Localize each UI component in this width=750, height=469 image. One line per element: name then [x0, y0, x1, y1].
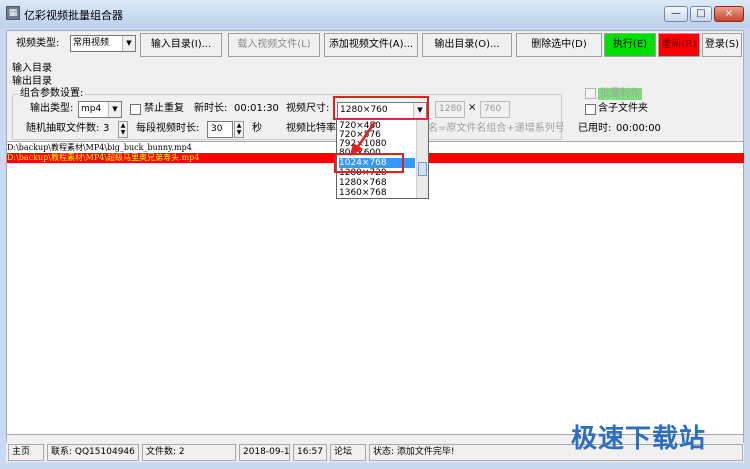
input-dir-label: 输入目录: [12, 63, 52, 74]
status-date: 2018-09-10: [239, 444, 290, 461]
size-select-highlight: [333, 96, 429, 120]
include-subfolders-label: 含子文件夹: [598, 103, 648, 114]
status-time: 16:57: [293, 444, 327, 461]
batch-make-checkbox[interactable]: [585, 88, 596, 99]
status-home[interactable]: 主页: [8, 444, 44, 461]
execute-button[interactable]: 执行(E): [604, 33, 656, 57]
size-option-7[interactable]: 1360×768: [339, 188, 415, 198]
delete-selected-button[interactable]: 删除选中(D): [516, 33, 602, 57]
random-count-value: 3: [103, 123, 110, 134]
new-duration-value: 00:01:30: [234, 103, 279, 114]
random-count-spinner[interactable]: ▲ ▼: [118, 121, 128, 138]
no-repeat-checkbox[interactable]: [130, 104, 141, 115]
chevron-down-icon: ▼: [122, 36, 135, 51]
bitrate-label: 视频比特率:: [286, 123, 340, 134]
batch-make-label: 批量制作: [598, 88, 642, 100]
per-duration-label: 每段视频时长:: [136, 123, 200, 134]
annotation-arrow-icon: [350, 121, 377, 156]
no-repeat-label: 禁止重复: [144, 103, 184, 114]
file-row-0[interactable]: D:\backup\教程素材\MP4\big_buck_bunny.mp4: [7, 143, 192, 153]
output-dir-button[interactable]: 输出目录(O)...: [422, 33, 512, 57]
load-video-button[interactable]: 载入视频文件(L): [228, 33, 320, 57]
seconds-label: 秒: [252, 123, 262, 134]
include-subfolders-checkbox[interactable]: [585, 104, 596, 115]
close-button[interactable]: ×: [714, 6, 744, 22]
random-count-label: 随机抽取文件数:: [26, 123, 100, 134]
title-bar: ▦ 亿彩视频批量组合器 — □ ×: [0, 0, 750, 28]
add-video-button[interactable]: 添加视频文件(A)...: [324, 33, 418, 57]
times-sign: ×: [468, 102, 477, 113]
per-duration-input[interactable]: 30: [207, 121, 233, 138]
params-group-title: 组合参数设置:: [18, 88, 86, 100]
video-size-label: 视频尺寸:: [286, 103, 330, 114]
status-contact: 联系: QQ15104946: [47, 444, 139, 461]
minimize-button[interactable]: —: [664, 6, 688, 22]
size-option-6[interactable]: 1280×768: [339, 178, 415, 188]
reset-button[interactable]: 重新(R): [658, 33, 700, 57]
video-type-label: 视频类型:: [16, 38, 60, 49]
window-title: 亿彩视频批量组合器: [24, 9, 123, 22]
per-duration-spinner[interactable]: ▲ ▼: [234, 121, 244, 138]
input-dir-button[interactable]: 输入目录(I)...: [140, 33, 222, 57]
elapsed-label: 已用时:: [578, 123, 612, 134]
elapsed-value: 00:00:00: [616, 123, 661, 134]
height-input[interactable]: 760: [480, 101, 510, 118]
watermark-logo: 极速下载站: [571, 424, 707, 454]
video-type-value: 常用视频: [73, 38, 110, 48]
video-type-select[interactable]: 常用视频 ▼: [70, 35, 136, 52]
output-dir-label: 输出目录: [12, 76, 52, 87]
dropdown-scrollbar[interactable]: [416, 120, 428, 198]
naming-hint: 名=原文件名组合+递增系列号: [428, 123, 565, 134]
output-type-select[interactable]: mp4 ▼: [78, 101, 122, 118]
maximize-button[interactable]: □: [690, 6, 712, 22]
output-type-label: 输出类型:: [30, 103, 74, 114]
scrollbar-thumb[interactable]: [418, 162, 427, 176]
status-forum[interactable]: 论坛: [330, 444, 366, 461]
output-type-value: mp4: [81, 104, 102, 114]
login-button[interactable]: 登录(S): [702, 33, 742, 57]
app-icon: ▦: [6, 6, 20, 20]
chevron-down-icon: ▼: [108, 102, 121, 117]
new-duration-label: 新时长:: [194, 103, 228, 114]
width-input[interactable]: 1280: [435, 101, 465, 118]
status-file-count: 文件数: 2: [142, 444, 236, 461]
